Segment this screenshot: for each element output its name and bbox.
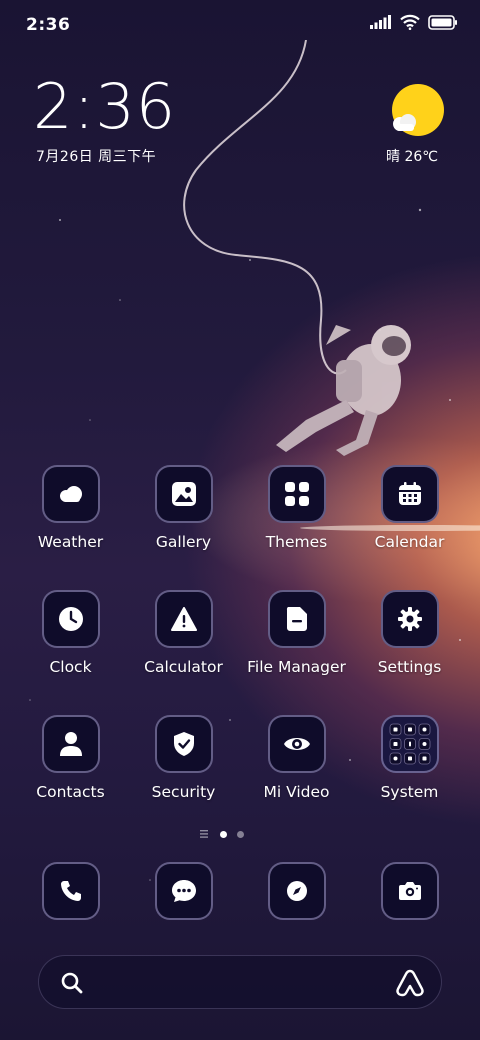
gallery-icon[interactable]: [154, 465, 213, 523]
dock-phone[interactable]: [14, 862, 127, 920]
page-dot-active: [220, 830, 227, 838]
assistant-icon[interactable]: [395, 969, 425, 997]
app-settings[interactable]: Settings: [353, 590, 466, 676]
app-label-calculator: Calculator: [144, 658, 223, 676]
dock-camera[interactable]: [353, 862, 466, 920]
status-bar: 2:36: [0, 0, 480, 50]
folder-icon[interactable]: [380, 715, 439, 773]
weather-temperature: 晴 26℃: [386, 149, 438, 165]
clock-icon[interactable]: [41, 590, 100, 648]
phone-icon[interactable]: [41, 862, 100, 920]
app-themes[interactable]: Themes: [240, 465, 353, 551]
wifi-icon: [400, 14, 420, 30]
app-label-clock: Clock: [49, 658, 92, 676]
eye-icon[interactable]: [267, 715, 326, 773]
app-calendar[interactable]: Calendar: [353, 465, 466, 551]
search-bar[interactable]: [38, 955, 442, 1009]
shield-icon[interactable]: [154, 715, 213, 773]
app-system-folder[interactable]: System: [353, 715, 466, 801]
weather-icon[interactable]: [41, 465, 100, 523]
app-contacts[interactable]: Contacts: [14, 715, 127, 801]
app-label-mi-video: Mi Video: [263, 783, 330, 801]
file-manager-icon[interactable]: [267, 590, 326, 648]
app-label-settings: Settings: [377, 658, 442, 676]
clock-widget-time[interactable]: 2:36: [33, 76, 176, 138]
calendar-icon[interactable]: [380, 465, 439, 523]
app-label-themes: Themes: [265, 533, 328, 551]
app-label-gallery: Gallery: [155, 533, 212, 551]
app-label-calendar: Calendar: [374, 533, 445, 551]
contacts-icon[interactable]: [41, 715, 100, 773]
app-clock[interactable]: Clock: [14, 590, 127, 676]
status-time: 2:36: [26, 15, 71, 35]
clock-widget-date: 7月26日 周三下午: [36, 149, 157, 165]
app-security[interactable]: Security: [127, 715, 240, 801]
themes-icon[interactable]: [267, 465, 326, 523]
app-label-security: Security: [151, 783, 216, 801]
app-label-contacts: Contacts: [36, 783, 105, 801]
dock-messages[interactable]: [127, 862, 240, 920]
calculator-icon[interactable]: [154, 590, 213, 648]
search-icon[interactable]: [61, 972, 83, 994]
status-icons: [370, 14, 458, 30]
app-calculator[interactable]: Calculator: [127, 590, 240, 676]
messages-icon[interactable]: [154, 862, 213, 920]
page-indicator[interactable]: [200, 830, 244, 838]
weather-widget[interactable]: 晴 26℃: [386, 82, 446, 172]
app-file-manager[interactable]: File Manager: [240, 590, 353, 676]
gear-icon[interactable]: [380, 590, 439, 648]
battery-icon: [428, 14, 457, 30]
app-weather[interactable]: Weather: [14, 465, 127, 551]
camera-icon[interactable]: [380, 862, 439, 920]
signal-icon: [370, 15, 391, 29]
page-dot: [237, 830, 244, 838]
page-list-icon: [200, 830, 208, 838]
app-label-weather: Weather: [37, 533, 104, 551]
dock-browser[interactable]: [240, 862, 353, 920]
app-label-file-manager: File Manager: [247, 658, 346, 676]
app-gallery[interactable]: Gallery: [127, 465, 240, 551]
app-label-system: System: [380, 783, 439, 801]
app-mi-video[interactable]: Mi Video: [240, 715, 353, 801]
browser-icon[interactable]: [267, 862, 326, 920]
cloud-icon: [393, 114, 416, 131]
